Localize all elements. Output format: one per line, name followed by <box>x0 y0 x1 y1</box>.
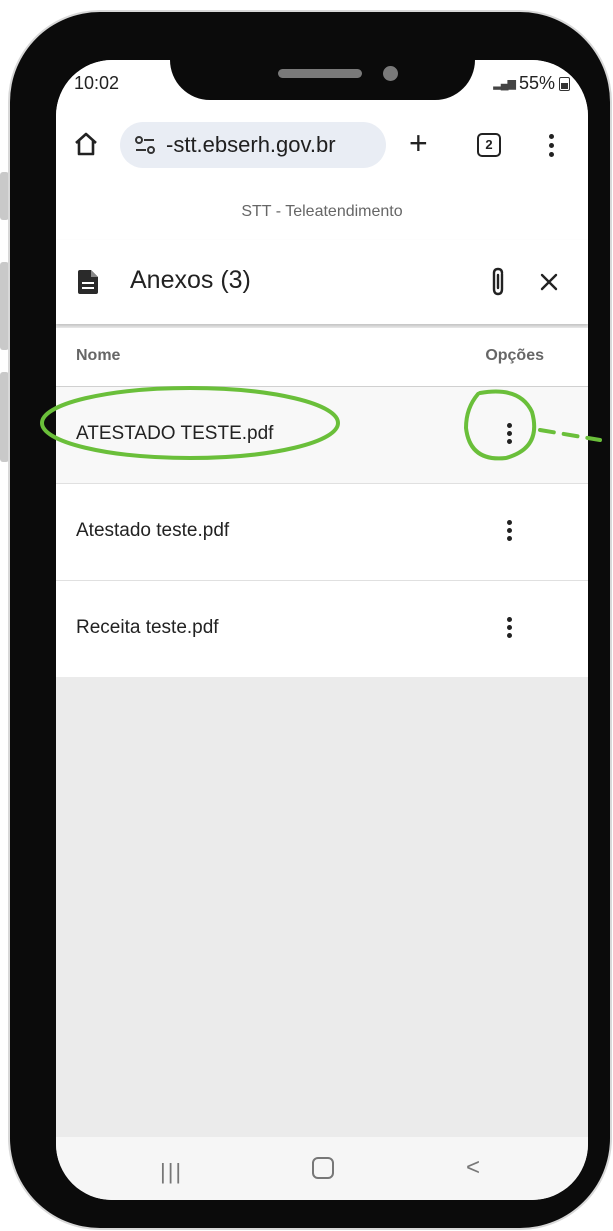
tab-switcher-button[interactable]: 2 <box>477 133 501 157</box>
home-button[interactable] <box>312 1157 334 1179</box>
signal-icon: ▂▄▆ <box>493 78 516 90</box>
phone-frame: 10:02 ▂▄▆ 55% -stt.ebserh.gov.br + 2 STT… <box>10 12 610 1228</box>
url-bar[interactable]: -stt.ebserh.gov.br <box>120 122 386 168</box>
column-header-name: Nome <box>76 347 121 364</box>
home-icon[interactable] <box>72 130 100 158</box>
table-header: Nome Opções <box>56 328 588 387</box>
attach-icon[interactable] <box>490 267 508 297</box>
file-name[interactable]: Atestado teste.pdf <box>76 520 229 542</box>
document-icon <box>78 270 98 294</box>
dialog-header: Anexos (3) <box>56 240 588 324</box>
table-row[interactable]: Atestado teste.pdf <box>56 484 588 581</box>
front-camera <box>383 66 398 81</box>
file-name[interactable]: Receita teste.pdf <box>76 617 219 639</box>
site-settings-icon[interactable] <box>134 135 156 155</box>
system-nav-bar: ||| < <box>56 1137 588 1200</box>
battery-percent: 55% <box>518 73 555 93</box>
options-menu-icon[interactable] <box>507 617 512 641</box>
speaker-grille <box>278 69 362 78</box>
close-icon[interactable] <box>540 273 558 291</box>
options-menu-icon[interactable] <box>507 423 512 447</box>
screen: 10:02 ▂▄▆ 55% -stt.ebserh.gov.br + 2 STT… <box>56 60 588 1200</box>
recents-button[interactable]: ||| <box>160 1159 183 1185</box>
camera-notch <box>170 24 475 100</box>
table-row[interactable]: ATESTADO TESTE.pdf <box>56 387 588 484</box>
stage: 10:02 ▂▄▆ 55% -stt.ebserh.gov.br + 2 STT… <box>0 0 613 1231</box>
back-button[interactable]: < <box>466 1154 480 1182</box>
new-tab-icon[interactable]: + <box>409 127 428 159</box>
status-right: ▂▄▆ 55% <box>493 73 570 94</box>
browser-toolbar: -stt.ebserh.gov.br + 2 <box>56 110 588 186</box>
file-name[interactable]: ATESTADO TESTE.pdf <box>76 423 273 445</box>
dialog-title: Anexos (3) <box>130 266 251 294</box>
status-time: 10:02 <box>74 73 120 93</box>
table-row[interactable]: Receita teste.pdf <box>56 581 588 677</box>
url-text: -stt.ebserh.gov.br <box>166 132 336 157</box>
volume-down-button <box>0 372 9 462</box>
battery-icon <box>559 76 570 91</box>
side-button <box>0 172 9 220</box>
attachments-table: Nome Opções ATESTADO TESTE.pdf Atestado … <box>56 328 588 677</box>
options-menu-icon[interactable] <box>507 520 512 544</box>
browser-menu-icon[interactable] <box>549 134 554 161</box>
app-title: STT - Teleatendimento <box>56 186 588 240</box>
column-header-options: Opções <box>485 347 544 364</box>
volume-up-button <box>0 262 9 350</box>
